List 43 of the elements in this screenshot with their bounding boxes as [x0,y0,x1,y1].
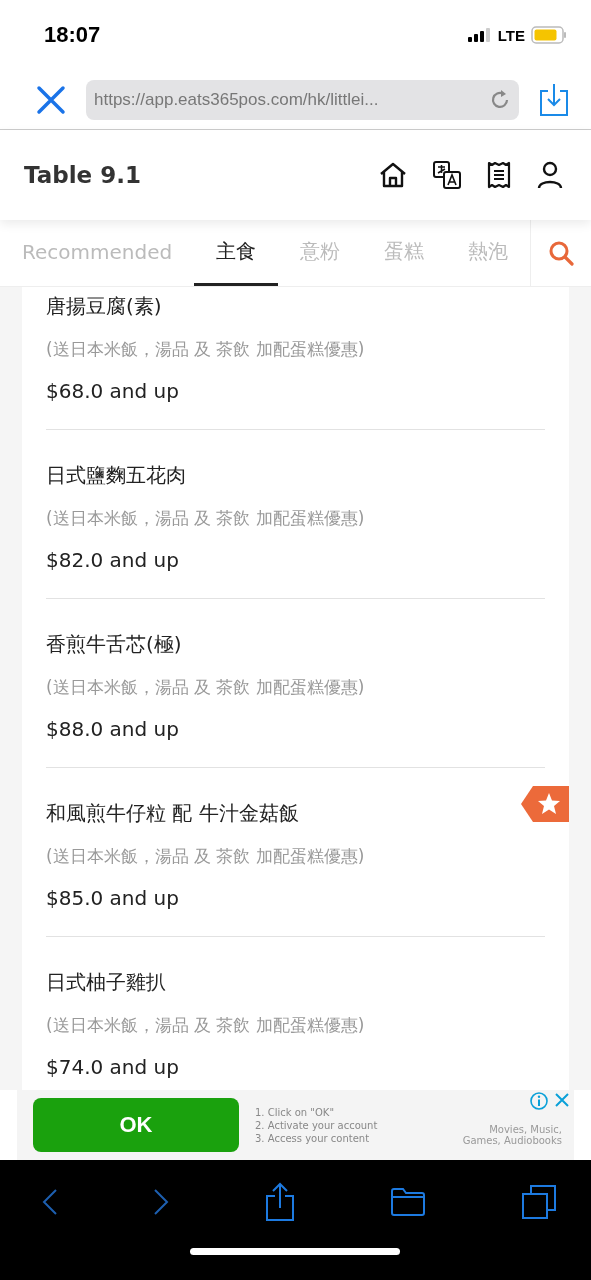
clock-time: 18:07 [44,22,101,48]
ad-step: 1. Click on "OK" [255,1106,378,1118]
item-name: 唐揚豆腐(素) [46,293,163,320]
item-note: (送日本米飯，湯品 及 茶飲 加配蛋糕優惠) [46,845,366,868]
info-icon[interactable] [530,1092,548,1110]
reload-icon[interactable] [489,88,511,111]
back-icon[interactable] [42,1188,58,1216]
ad-step: 3. Access your content [255,1132,378,1144]
item-note: (送日本米飯，湯品 及 茶飲 加配蛋糕優惠) [46,676,366,699]
address-bar[interactable]: https://app.eats365pos.com/hk/littlei... [86,79,519,120]
download-icon[interactable] [539,82,569,117]
network-label: LTE [497,26,525,44]
menu-item[interactable]: 香煎牛舌芯(極) (送日本米飯，湯品 及 茶飲 加配蛋糕優惠) $88.0 and up [46,599,545,768]
menu-item[interactable]: 唐揚豆腐(素) (送日本米飯，湯品 及 茶飲 加配蛋糕優惠) $68.0 and up [46,287,545,430]
home-icon[interactable] [379,161,407,189]
item-price: $88.0 and up [46,717,180,741]
item-price: $68.0 and up [46,379,180,403]
ad-step: 2. Activate your account [255,1119,378,1131]
item-price: $74.0 and up [46,1055,180,1079]
item-name: 日式鹽麴五花肉 [46,462,187,489]
menu-item[interactable]: 日式鹽麴五花肉 (送日本米飯，湯品 及 茶飲 加配蛋糕優惠) $82.0 and up [46,430,545,599]
item-name: 和風煎牛仔粒 配 牛汁金菇飯 [46,800,300,827]
share-icon[interactable] [264,1182,295,1222]
item-note: (送日本米飯，湯品 及 茶飲 加配蛋糕優惠) [46,507,366,530]
item-name: 日式柚子雞扒 [46,969,167,996]
receipt-icon[interactable] [487,161,511,189]
close-icon[interactable] [36,84,66,115]
item-note: (送日本米飯，湯品 及 茶飲 加配蛋糕優惠) [46,1014,366,1037]
ad-tagline: Movies, Music, Games, Audiobooks [461,1124,562,1146]
battery-icon [531,26,567,44]
item-price: $85.0 and up [46,886,180,910]
user-icon[interactable] [537,161,563,189]
tabs-icon[interactable] [521,1184,557,1220]
signal-icon [467,28,492,42]
item-price: $82.0 and up [46,548,180,572]
table-title: Table 9.1 [24,162,141,188]
forward-icon[interactable] [153,1188,170,1216]
item-name: 香煎牛舌芯(極) [46,631,183,658]
item-note: (送日本米飯，湯品 及 茶飲 加配蛋糕優惠) [46,338,366,361]
translate-icon[interactable] [433,161,461,189]
search-icon[interactable] [548,240,574,266]
close-icon[interactable] [554,1092,570,1108]
folder-icon[interactable] [389,1187,426,1217]
